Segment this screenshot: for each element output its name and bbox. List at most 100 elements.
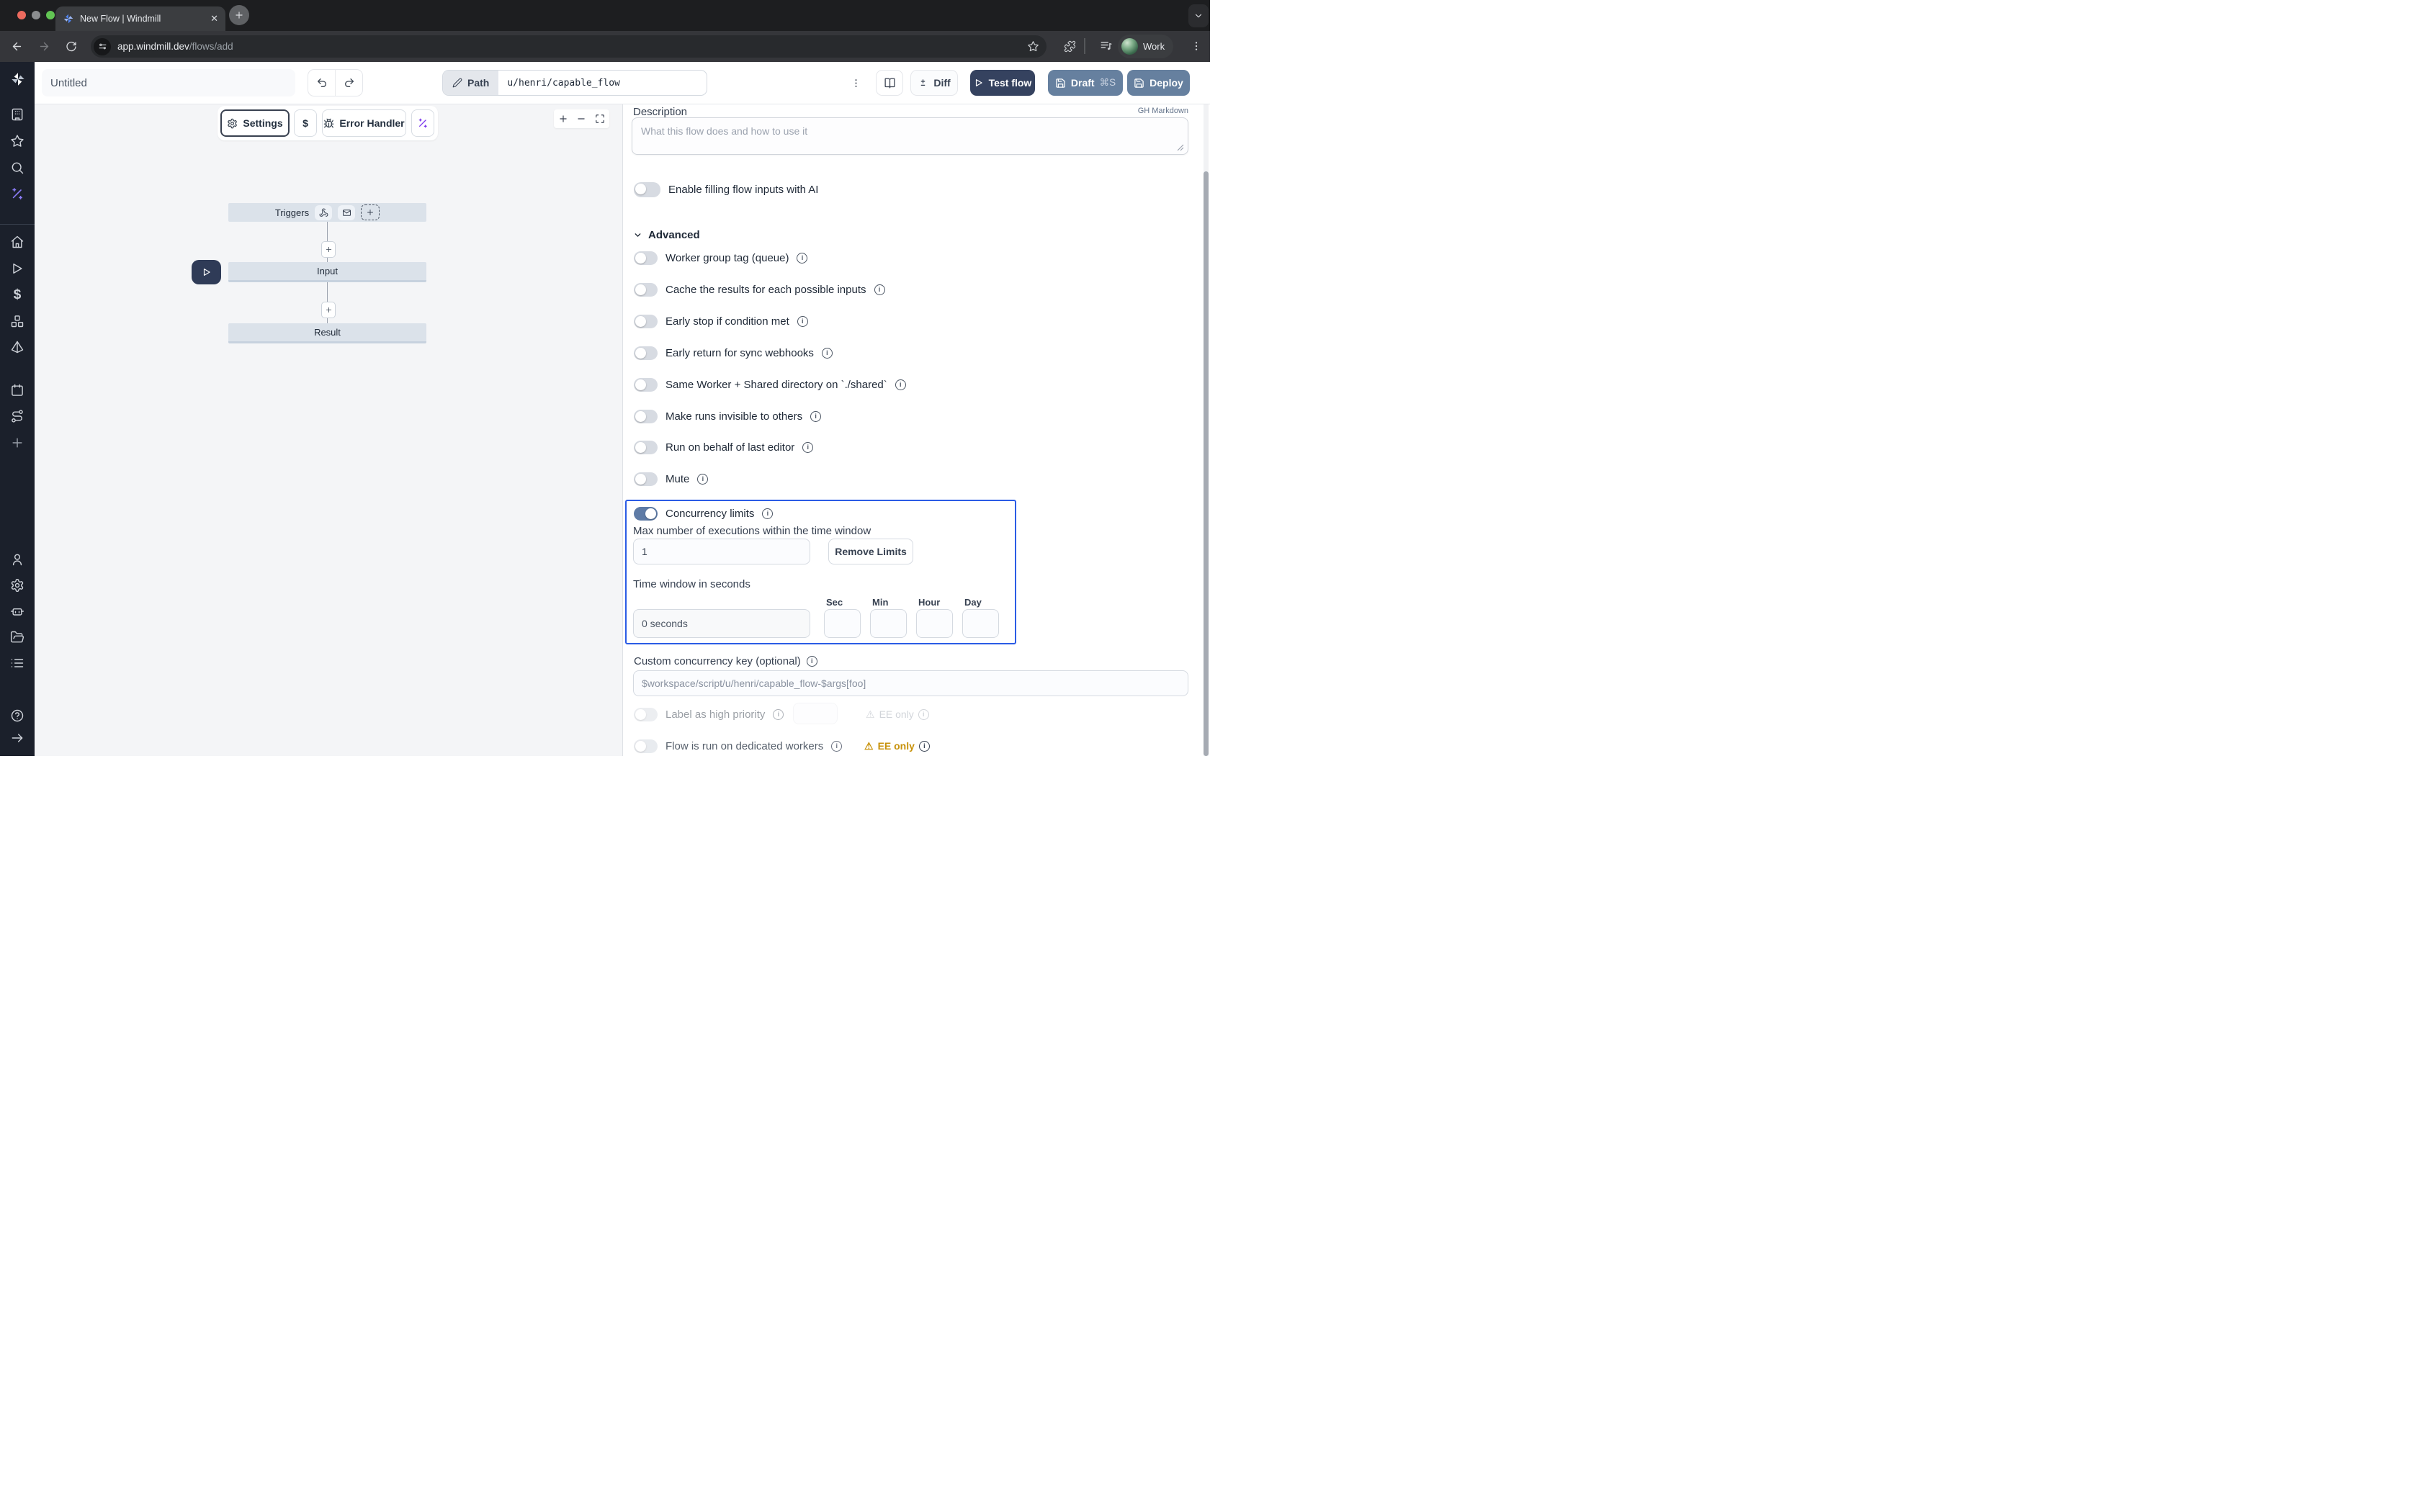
sidebar-item-schedules[interactable] [10,340,24,354]
info-icon[interactable] [822,348,833,359]
max-executions-input[interactable] [633,539,810,564]
insert-step-button[interactable] [321,241,336,258]
run-on-behalf-toggle[interactable] [634,441,658,454]
ai-assistant-button[interactable] [411,109,434,137]
same-worker-toggle[interactable] [634,378,658,392]
description-textarea[interactable] [632,117,1188,155]
traffic-light-close[interactable] [17,11,26,19]
insert-step-button[interactable] [321,302,336,318]
email-trigger-button[interactable] [338,205,355,220]
info-icon[interactable] [831,741,842,752]
browser-tab[interactable]: New Flow | Windmill ✕ [55,6,225,31]
remove-limits-button[interactable]: Remove Limits [828,539,913,564]
input-node[interactable]: Input [228,262,426,282]
concurrency-toggle[interactable] [634,507,658,521]
deploy-button[interactable]: Deploy [1127,70,1190,96]
flow-canvas[interactable] [35,104,623,756]
back-button[interactable] [6,36,27,58]
tab-list-button[interactable] [1188,4,1209,27]
windmill-logo[interactable] [10,71,24,86]
invisible-runs-toggle[interactable] [634,410,658,423]
resize-grip-icon[interactable] [1177,144,1184,151]
info-icon[interactable] [797,253,807,264]
sidebar-item-settings[interactable] [10,578,24,593]
time-window-input[interactable] [633,609,810,638]
sidebar-item-resources[interactable] [10,314,24,328]
info-icon[interactable] [697,474,708,485]
redo-button[interactable] [335,70,362,96]
sidebar-item-user[interactable] [10,552,24,567]
run-input-button[interactable] [192,260,221,284]
info-icon[interactable] [919,741,930,752]
sidebar-item-logs[interactable] [10,656,24,670]
add-trigger-button[interactable] [361,204,380,220]
flow-name-input[interactable]: Untitled [42,69,295,96]
extensions-button[interactable] [1059,35,1080,57]
info-icon[interactable] [797,316,808,327]
info-icon[interactable] [895,379,906,390]
traffic-light-zoom[interactable] [46,11,55,19]
zoom-in-icon[interactable] [558,114,568,124]
close-tab-icon[interactable]: ✕ [210,13,218,24]
early-stop-toggle[interactable] [634,315,658,328]
triggers-node[interactable]: Triggers [228,203,426,222]
traffic-light-minimize[interactable] [32,11,40,19]
custom-concurrency-key-input[interactable] [633,670,1188,696]
sidebar-item-variables[interactable]: $ [10,287,24,302]
draft-button[interactable]: Draft ⌘S [1048,70,1123,96]
result-node[interactable]: Result [228,323,426,343]
sidebar-item-search[interactable] [10,161,24,175]
day-input[interactable] [962,609,999,638]
flow-settings-button[interactable]: Settings [220,109,290,137]
error-handler-button[interactable]: Error Handler [322,109,406,137]
sidebar-item-runs[interactable] [10,261,24,276]
forward-button[interactable] [33,36,55,58]
info-icon[interactable] [802,442,813,453]
panel-scrollbar-thumb[interactable] [1204,171,1209,756]
priority-value-input[interactable] [793,703,838,724]
info-icon[interactable] [874,284,885,295]
sec-input[interactable] [824,609,861,638]
cache-toggle[interactable] [634,283,658,297]
info-icon[interactable] [773,709,784,720]
info-icon[interactable] [807,656,817,667]
address-bar[interactable]: app.windmill.dev/flows/add [91,35,1047,58]
advanced-section-header[interactable]: Advanced [633,229,700,241]
sidebar-item-ai[interactable] [10,186,24,201]
diff-button[interactable]: Diff [910,70,958,96]
sidebar-item-add[interactable] [10,436,24,450]
flow-path-field[interactable]: Path u/henri/capable_flow [442,70,707,96]
reading-list-button[interactable] [1095,35,1117,57]
undo-button[interactable] [308,70,335,96]
min-input[interactable] [870,609,907,638]
mute-toggle[interactable] [634,472,658,486]
new-tab-button[interactable] [229,5,249,25]
sidebar-item-workspace[interactable] [10,107,24,122]
bookmark-star-icon[interactable] [1027,40,1039,53]
ai-inputs-toggle[interactable] [634,182,660,197]
early-return-toggle[interactable] [634,346,658,360]
sidebar-item-workers[interactable] [10,604,24,618]
fullscreen-icon[interactable] [595,114,605,124]
docs-button[interactable] [876,70,903,96]
webhook-trigger-button[interactable] [315,205,332,220]
sidebar-item-folders[interactable] [10,630,24,644]
sidebar-item-routes[interactable] [10,409,24,423]
info-icon[interactable] [810,411,821,422]
browser-menu-button[interactable] [1186,35,1207,57]
high-priority-toggle[interactable] [634,708,658,721]
dedicated-workers-toggle[interactable] [634,739,658,753]
info-icon[interactable] [918,709,929,720]
sidebar-item-calendar[interactable] [10,383,24,397]
more-options-button[interactable] [850,72,861,94]
variables-button[interactable]: $ [294,109,317,137]
worker-group-toggle[interactable] [634,251,658,265]
sidebar-item-favorites[interactable] [10,134,24,148]
sidebar-item-home[interactable] [10,235,24,249]
browser-profile-button[interactable]: Work [1118,35,1173,58]
test-flow-button[interactable]: Test flow [970,70,1035,96]
reload-button[interactable] [60,36,82,58]
sidebar-item-help[interactable] [10,708,24,723]
sidebar-expand[interactable] [10,731,24,745]
info-icon[interactable] [762,508,773,519]
